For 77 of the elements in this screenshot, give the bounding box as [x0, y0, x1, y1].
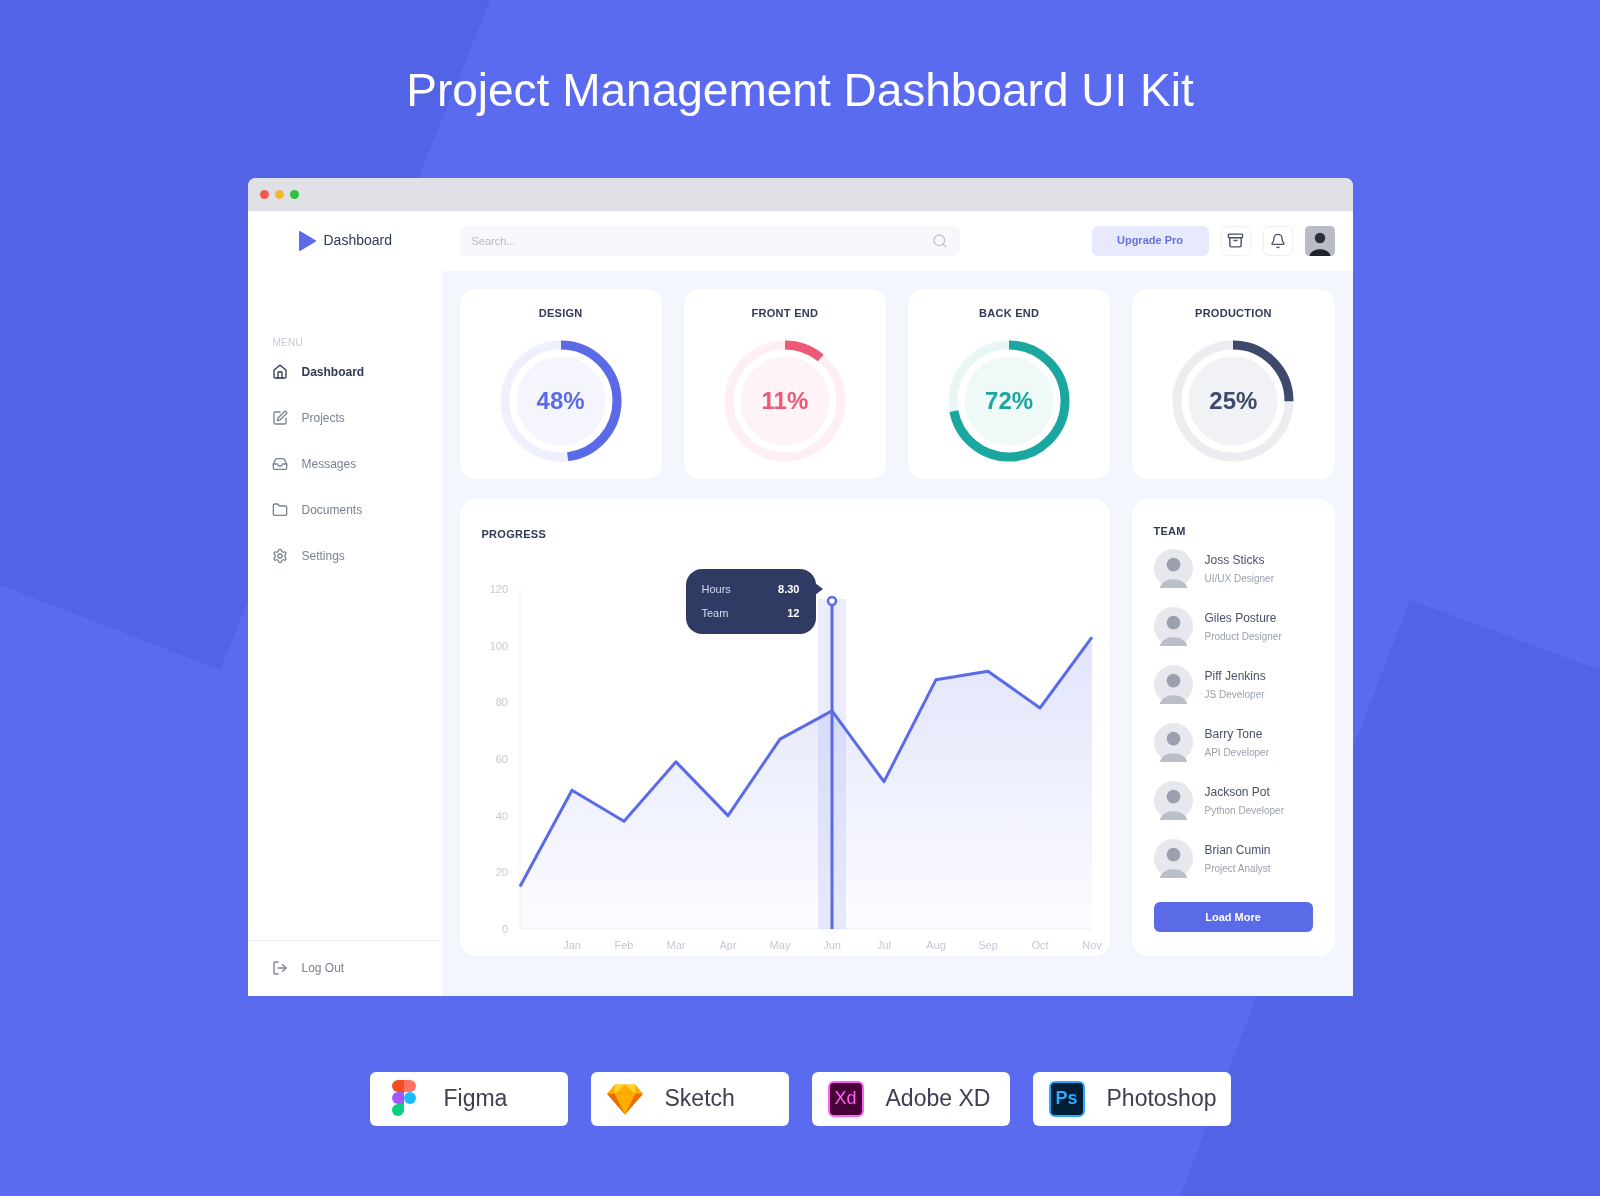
stat-value: 11% — [761, 386, 809, 416]
member-role: Project Analyst — [1204, 862, 1271, 876]
figma-logo-icon — [390, 1079, 417, 1118]
tooltip-label: Team — [701, 606, 729, 621]
member-name: Brian Cumin — [1204, 842, 1271, 859]
axis-label: 80 — [495, 695, 508, 708]
avatar — [1153, 607, 1193, 646]
logo-text: Dashboard — [323, 231, 392, 250]
card-title: PROGRESS — [481, 527, 547, 540]
stat-title: FRONT END — [751, 305, 819, 321]
logout-icon — [271, 960, 288, 976]
tooltip-value: 12 — [787, 606, 800, 621]
play-logo-icon — [297, 230, 316, 251]
tool-name: Figma — [443, 1084, 508, 1114]
tooltip-value: 8.30 — [778, 581, 800, 597]
axis-label: Jan — [562, 938, 581, 951]
sidebar-item[interactable]: Messages — [271, 451, 442, 476]
bell-icon — [1269, 232, 1286, 249]
stat-title: PRODUCTION — [1195, 305, 1272, 321]
axis-label: May — [769, 938, 790, 951]
member-name: Jackson Pot — [1204, 784, 1271, 801]
member-role: Python Developer — [1204, 804, 1284, 818]
axis-label: Apr — [718, 938, 737, 951]
axis-label: 120 — [489, 582, 508, 595]
folder-icon — [271, 501, 288, 518]
page-title: Project Management Dashboard UI Kit — [406, 63, 1194, 118]
axis-label: 40 — [495, 809, 508, 822]
stat-value: 48% — [536, 386, 585, 416]
logout-link[interactable]: Log Out — [271, 959, 345, 977]
avatar — [1304, 225, 1335, 256]
gear-icon — [271, 547, 288, 564]
tool-name: Sketch — [664, 1084, 735, 1114]
menu-label: MENU — [272, 335, 304, 350]
member-name: Giles Posture — [1204, 610, 1278, 627]
load-more-button[interactable]: Load More — [1153, 902, 1313, 932]
xd-logo-icon: Xd — [827, 1080, 864, 1117]
stat-title: BACK END — [979, 305, 1040, 321]
axis-label: Sep — [977, 938, 998, 951]
sidebar-item[interactable]: Settings — [271, 543, 442, 568]
member-role: API Developer — [1204, 746, 1269, 760]
stat-value: 72% — [985, 386, 1034, 416]
ps-logo-icon: Ps — [1048, 1080, 1085, 1117]
member-name: Joss Sticks — [1204, 552, 1266, 569]
axis-label: Oct — [1030, 938, 1049, 951]
avatar — [1153, 549, 1193, 588]
axis-label: Jun — [822, 938, 841, 951]
archive-icon — [1227, 232, 1244, 249]
member-role: JS Developer — [1204, 688, 1266, 702]
axis-label: Feb — [614, 938, 633, 951]
tooltip-label: Hours — [701, 581, 731, 597]
home-icon — [271, 363, 288, 380]
archive-button[interactable] — [1220, 225, 1251, 256]
stat-value: 25% — [1209, 386, 1258, 416]
axis-label: Mar — [666, 938, 685, 951]
sidebar-item[interactable]: Projects — [271, 405, 442, 430]
avatar — [1153, 781, 1193, 820]
notification-button[interactable] — [1262, 225, 1293, 256]
axis-label: Aug — [925, 938, 946, 951]
axis-label: Nov — [1081, 938, 1102, 951]
avatar — [1153, 723, 1193, 762]
sidebar-item[interactable]: Documents — [271, 497, 442, 522]
member-role: Product Designer — [1204, 630, 1282, 644]
tool-name: Photoshop — [1106, 1084, 1217, 1114]
pencil-icon — [271, 409, 288, 426]
member-name: Barry Tone — [1204, 726, 1264, 743]
sidebar-item[interactable]: Dashboard — [271, 359, 442, 384]
avatar — [1153, 665, 1193, 704]
search-field[interactable]: Search... — [459, 225, 960, 256]
member-role: UI/UX Designer — [1204, 572, 1274, 586]
stat-title: DESIGN — [538, 305, 583, 321]
tool-name: Adobe XD — [885, 1084, 991, 1114]
member-name: Piff Jenkins — [1204, 668, 1266, 685]
axis-label: 20 — [495, 865, 508, 878]
upgrade-button[interactable]: Upgrade Pro — [1091, 225, 1209, 256]
card-title: TEAM — [1153, 523, 1187, 539]
inbox-icon — [271, 455, 288, 472]
avatar — [1153, 839, 1193, 878]
